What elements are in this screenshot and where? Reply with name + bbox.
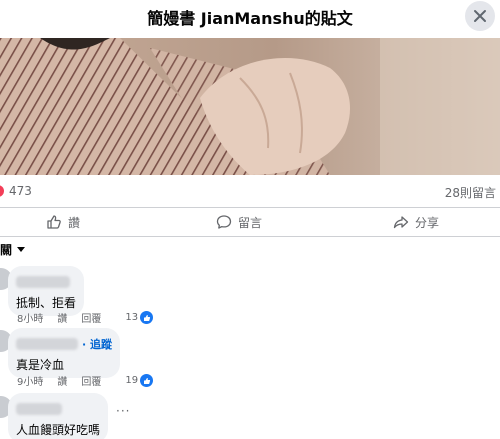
- comment-reply-link[interactable]: 回覆: [81, 310, 101, 325]
- comment-icon: [216, 215, 232, 229]
- post-photo[interactable]: [0, 38, 500, 175]
- comment-label: 留言: [238, 215, 263, 230]
- comment-bubble: · 追蹤 真是冷血: [8, 328, 121, 378]
- dialog-header: 簡嫚書 JianManshu的貼文: [0, 0, 500, 38]
- comment-reply-link[interactable]: 回覆: [81, 373, 101, 388]
- comment-like-link[interactable]: 讚: [57, 310, 67, 325]
- comments-count[interactable]: 28則留言: [445, 184, 496, 201]
- like-label: 讚: [68, 215, 81, 230]
- caret-down-icon: [17, 247, 26, 252]
- comment-meta: 8小時 讚 回覆 13: [17, 310, 154, 325]
- share-button[interactable]: 分享: [393, 208, 439, 236]
- like-button[interactable]: 讚: [46, 208, 80, 236]
- comment-time[interactable]: 9小時: [17, 373, 43, 388]
- comment-sort-dropdown[interactable]: 關: [0, 241, 26, 258]
- reaction-count[interactable]: 473: [9, 184, 32, 198]
- comment-like-count: 19: [125, 375, 139, 386]
- comment-text: 真是冷血: [16, 358, 65, 372]
- more-options-icon[interactable]: ···: [116, 404, 130, 418]
- close-button[interactable]: [465, 1, 495, 31]
- post-photo-image: [0, 38, 500, 175]
- like-reaction-icon[interactable]: [140, 311, 154, 324]
- post-action-bar: 讚 留言 分享: [0, 207, 500, 237]
- commenter-name[interactable]: [16, 275, 70, 288]
- comment-text: 抵制、拒看: [16, 296, 77, 310]
- commenter-name[interactable]: [16, 337, 78, 350]
- dialog-title: 簡嫚書 JianManshu的貼文: [147, 9, 353, 28]
- love-reaction-icon[interactable]: [0, 184, 5, 198]
- comment-button[interactable]: 留言: [216, 208, 262, 236]
- comment-bubble: 抵制、拒看: [8, 266, 85, 316]
- like-reaction-icon[interactable]: [140, 374, 154, 387]
- comment-bubble: 人血饅頭好吃嗎: [8, 393, 109, 439]
- comment-meta: 9小時 讚 回覆 19: [17, 373, 154, 388]
- thumbs-up-icon: [47, 215, 61, 229]
- comment-like-link[interactable]: 讚: [57, 373, 67, 388]
- reactions-row: 473 28則留言: [0, 175, 500, 207]
- thumbs-up-icon: [143, 314, 150, 321]
- follow-link[interactable]: · 追蹤: [82, 338, 112, 351]
- thumbs-up-icon: [143, 377, 150, 384]
- comment-like-count: 13: [125, 312, 139, 323]
- comment-text: 人血饅頭好吃嗎: [16, 423, 101, 437]
- close-icon: [474, 10, 486, 22]
- sort-label: 關: [0, 243, 13, 257]
- share-label: 分享: [415, 215, 440, 230]
- commenter-name[interactable]: [16, 402, 62, 415]
- comment-time[interactable]: 8小時: [17, 310, 43, 325]
- share-icon: [393, 216, 409, 229]
